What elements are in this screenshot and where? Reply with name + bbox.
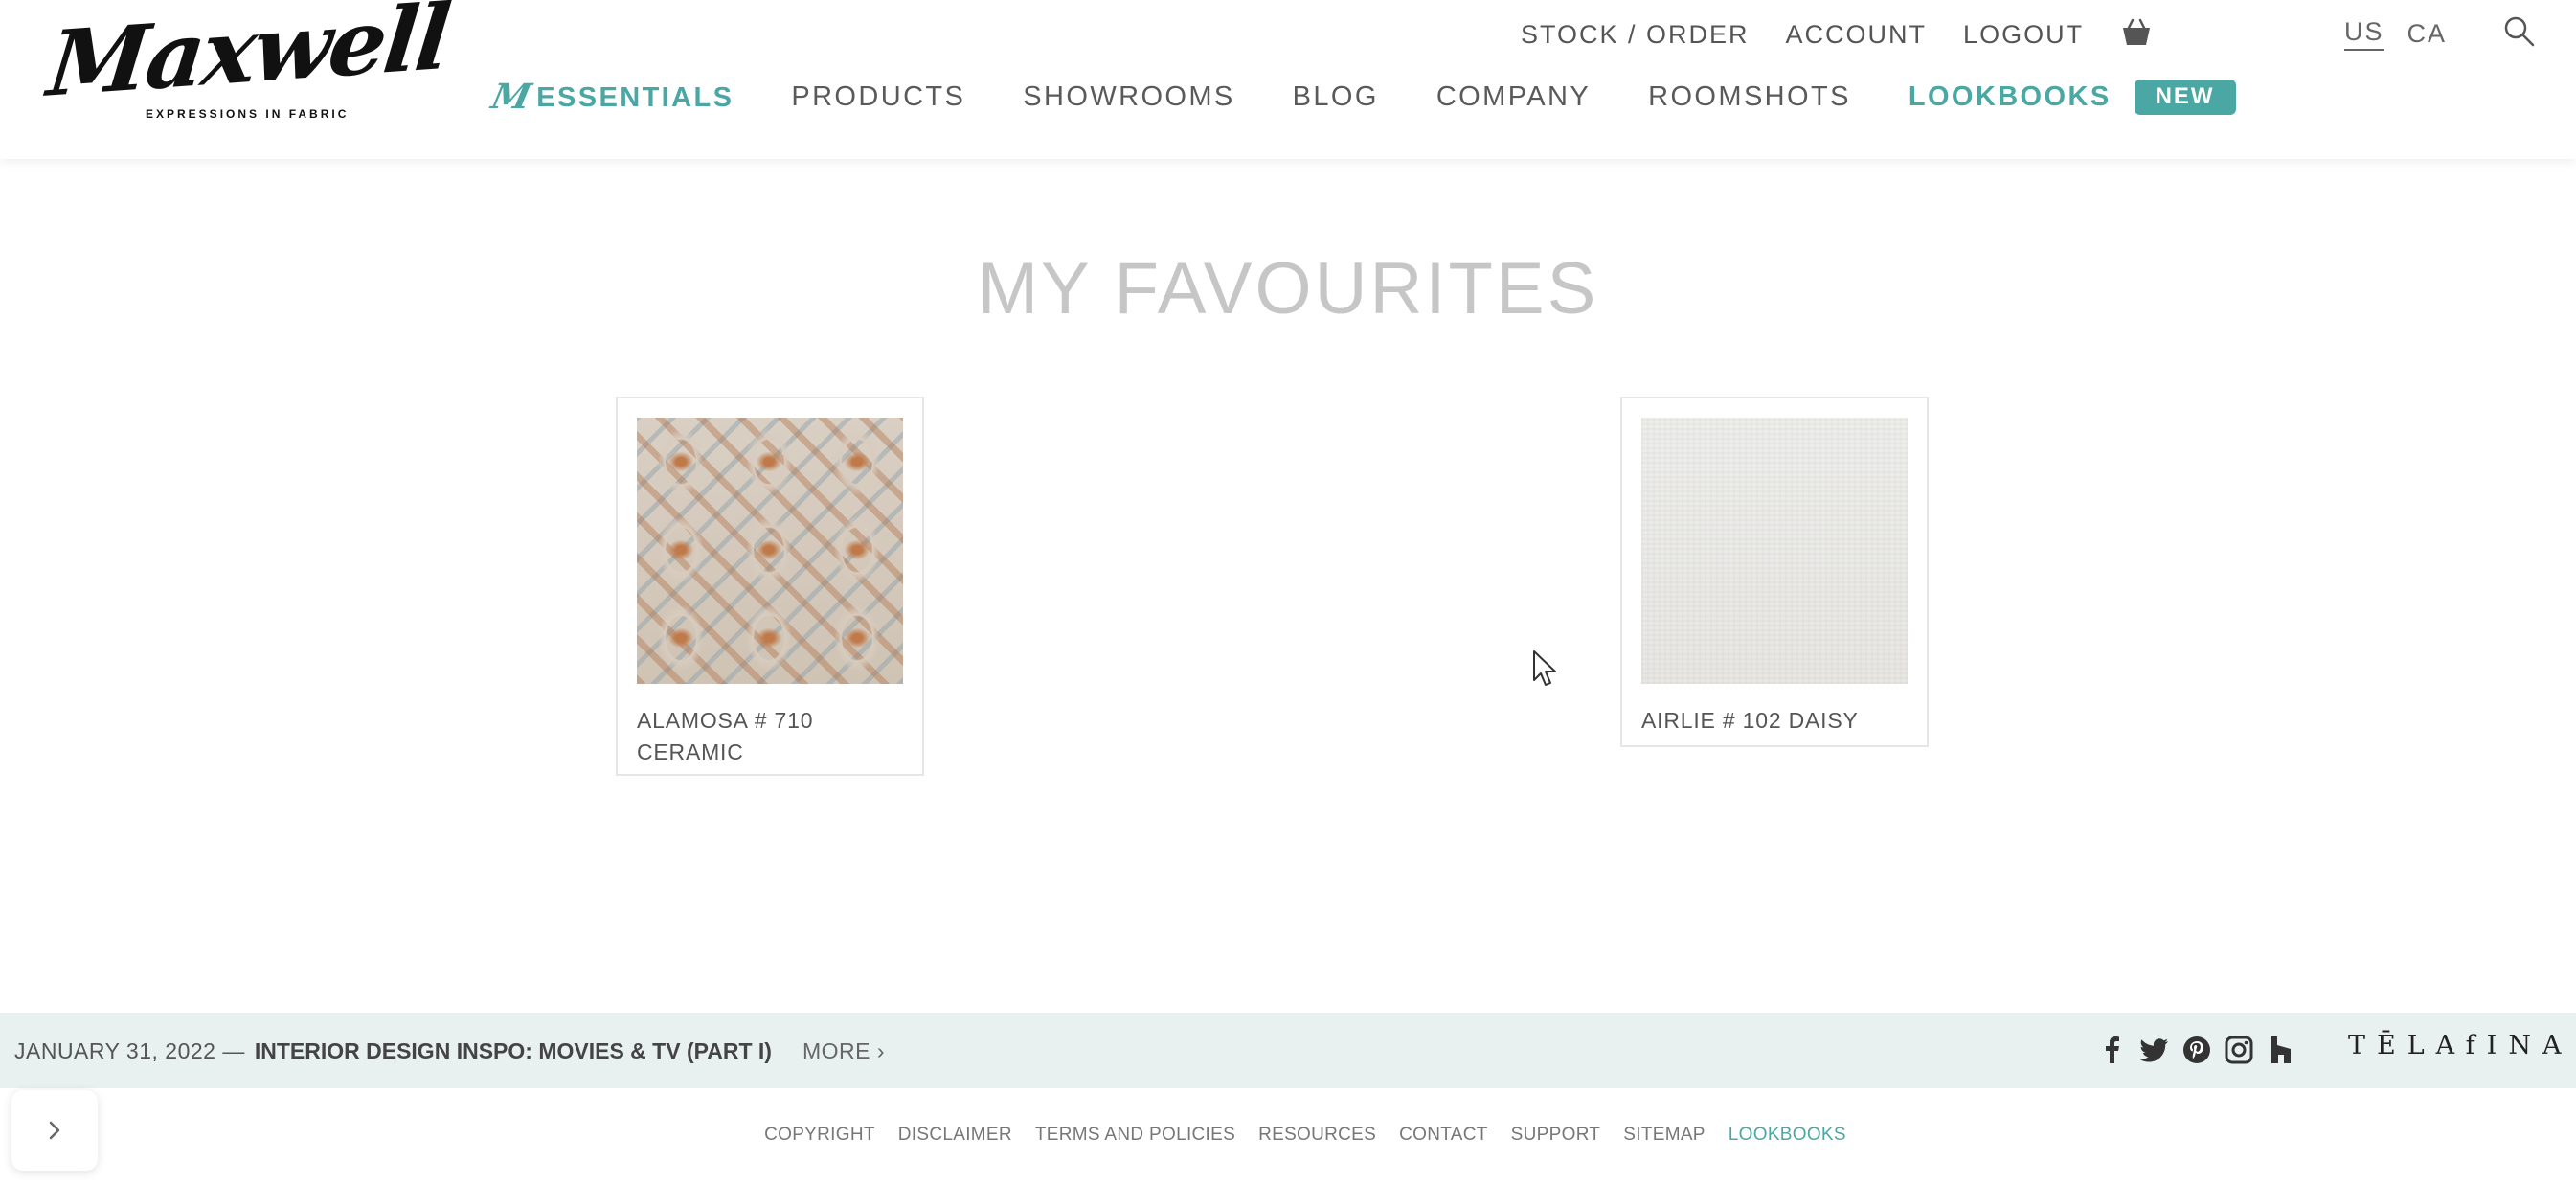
footer-copyright-link[interactable]: COPYRIGHT [764,1125,875,1146]
page-title: MY FAVOURITES [977,248,1599,330]
news-headline[interactable]: INTERIOR DESIGN INSPO: MOVIES & TV (PART… [255,1038,772,1064]
fabric-name[interactable]: ALAMOSA # 710 CERAMIC [637,705,903,768]
nav-products[interactable]: PRODUCTS [791,81,965,113]
favourite-card[interactable]: AIRLIE # 102 DAISY [1620,397,1929,747]
footer-sitemap-link[interactable]: SITEMAP [1623,1125,1706,1146]
favourite-card[interactable]: ALAMOSA # 710 CERAMIC [616,397,924,776]
maxwell-m-icon: M [487,77,537,117]
footer-contact-link[interactable]: CONTACT [1399,1125,1488,1146]
social-links [2097,1035,2308,1065]
lang-us[interactable]: US [2344,17,2384,51]
footer-links: COPYRIGHT DISCLAIMER TERMS AND POLICIES … [0,1125,2576,1146]
lang-ca[interactable]: CA [2407,19,2448,49]
logo-tagline: EXPRESSIONS IN FABRIC [146,107,350,121]
logout-link[interactable]: LOGOUT [1963,20,2084,50]
main-nav: MESSENTIALS PRODUCTS SHOWROOMS BLOG COMP… [488,77,2236,117]
facebook-icon[interactable] [2097,1035,2128,1065]
instagram-icon[interactable] [2224,1035,2254,1065]
footer-disclaimer-link[interactable]: DISCLAIMER [898,1125,1012,1146]
houzz-icon[interactable] [2266,1035,2296,1065]
news-date: JANUARY 31, 2022 — [14,1037,245,1063]
nav-blog[interactable]: BLOG [1293,81,1379,113]
nav-roomshots[interactable]: ROOMSHOTS [1648,81,1851,113]
account-link[interactable]: ACCOUNT [1786,20,1928,50]
footer-lookbooks-link[interactable]: LOOKBOOKS [1729,1125,1846,1146]
news-more-link[interactable]: MORE › [802,1038,885,1064]
fabric-swatch-image[interactable] [1641,418,1908,684]
site-header: Maxwell EXPRESSIONS IN FABRIC STOCK / OR… [0,0,2576,159]
nav-showrooms[interactable]: SHOWROOMS [1023,81,1234,113]
utility-nav: STOCK / ORDER ACCOUNT LOGOUT [1521,17,2153,52]
mouse-pointer-icon [1532,649,1559,688]
footer-resources-link[interactable]: RESOURCES [1258,1125,1376,1146]
maxwell-logo[interactable]: Maxwell EXPRESSIONS IN FABRIC [43,0,453,126]
pinterest-icon[interactable] [2181,1035,2212,1065]
chevron-right-icon [49,1121,60,1140]
language-switcher: US CA [2344,17,2470,51]
search-icon[interactable] [2501,13,2538,50]
fabric-name[interactable]: AIRLIE # 102 DAISY [1641,705,1908,737]
twitter-icon[interactable] [2139,1035,2170,1065]
side-panel-toggle[interactable] [11,1090,98,1171]
new-badge[interactable]: NEW [2134,79,2236,115]
nav-essentials[interactable]: MESSENTIALS [488,77,734,117]
fabric-swatch-image[interactable] [637,418,903,684]
nav-lookbooks[interactable]: LOOKBOOKS [1909,81,2112,113]
footer-terms-link[interactable]: TERMS AND POLICIES [1035,1125,1235,1146]
logo-wordmark: Maxwell [43,0,453,118]
footer-support-link[interactable]: SUPPORT [1511,1125,1601,1146]
stock-order-link[interactable]: STOCK / ORDER [1521,20,1750,50]
basket-icon[interactable] [2120,16,2153,49]
nav-company[interactable]: COMPANY [1436,81,1591,113]
telafina-logo[interactable]: TĒLAfINA [2348,1031,2572,1060]
